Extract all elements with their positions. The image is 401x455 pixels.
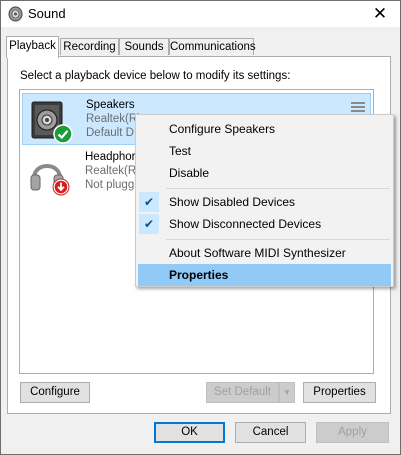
checkmark-icon: ✔ — [139, 214, 159, 234]
red-down-arrow-icon — [52, 178, 70, 196]
menu-item-show-disconnected-devices[interactable]: ✔ Show Disconnected Devices — [138, 213, 391, 235]
set-default-dropdown[interactable]: ▼ — [279, 382, 295, 403]
menu-separator — [166, 188, 390, 189]
checkmark-icon: ✔ — [139, 192, 159, 212]
menu-item-disable[interactable]: Disable — [138, 162, 391, 184]
device-status: Default D — [86, 127, 134, 139]
cancel-button[interactable]: Cancel — [235, 422, 306, 443]
menu-item-label: Properties — [169, 268, 229, 282]
menu-item-properties[interactable]: Properties — [138, 264, 391, 286]
properties-button[interactable]: Properties — [303, 382, 376, 403]
menu-item-label: Show Disabled Devices — [169, 195, 296, 209]
device-driver: Realtek(R) — [85, 165, 140, 177]
tab-sounds[interactable]: Sounds — [119, 38, 169, 55]
device-driver: Realtek(R) — [86, 113, 141, 125]
apply-button[interactable]: Apply — [316, 422, 389, 443]
ok-button[interactable]: OK — [154, 422, 225, 443]
configure-button[interactable]: Configure — [20, 382, 90, 403]
device-name: Headphor — [85, 151, 136, 163]
set-default-button[interactable]: Set Default — [206, 382, 279, 403]
green-check-icon — [53, 124, 73, 144]
window-title: Sound — [28, 6, 66, 21]
menu-separator — [166, 239, 390, 240]
menu-item-label: About Software MIDI Synthesizer — [169, 246, 346, 260]
menu-item-configure-speakers[interactable]: Configure Speakers — [138, 118, 391, 140]
menu-item-label: Show Disconnected Devices — [169, 217, 322, 231]
tab-playback[interactable]: Playback — [6, 36, 59, 58]
menu-item-show-disabled-devices[interactable]: ✔ Show Disabled Devices — [138, 191, 391, 213]
tab-recording[interactable]: Recording — [60, 38, 119, 55]
menu-item-label: Disable — [169, 166, 210, 180]
menu-item-label: Test — [169, 144, 192, 158]
speaker-app-icon — [8, 6, 23, 22]
title-bar[interactable]: Sound ✕ — [1, 1, 400, 27]
tab-communications[interactable]: Communications — [169, 38, 256, 55]
chevron-down-icon: ▼ — [283, 388, 291, 397]
device-name: Speakers — [86, 99, 135, 111]
device-status: Not plugg — [85, 179, 135, 191]
instruction-text: Select a playback device below to modify… — [20, 70, 291, 82]
context-menu: Configure Speakers Test Disable ✔ Show D… — [135, 114, 394, 287]
menu-item-about-midi[interactable]: About Software MIDI Synthesizer — [138, 242, 391, 264]
menu-item-label: Configure Speakers — [169, 122, 276, 136]
close-button[interactable]: ✕ — [360, 1, 400, 27]
close-icon: ✕ — [372, 4, 388, 23]
menu-item-test[interactable]: Test — [138, 140, 391, 162]
